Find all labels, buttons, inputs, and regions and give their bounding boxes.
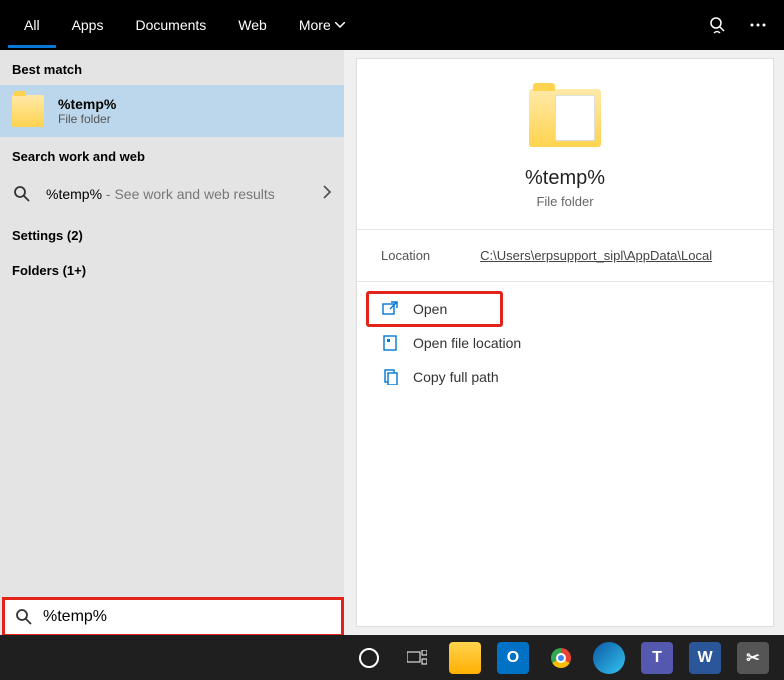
tab-more[interactable]: More [283, 3, 361, 48]
preview-header: %temp% File folder [357, 59, 773, 229]
section-search-web: Search work and web [0, 137, 344, 172]
tab-documents[interactable]: Documents [119, 3, 222, 48]
tabs-container: All Apps Documents Web More [8, 3, 361, 48]
taskbar: O T W ✂ [0, 635, 784, 680]
tab-web[interactable]: Web [222, 3, 283, 48]
chevron-right-icon [322, 185, 332, 204]
snip-icon[interactable]: ✂ [734, 639, 772, 677]
section-settings[interactable]: Settings (2) [0, 216, 344, 251]
search-box[interactable] [2, 597, 344, 637]
edge-icon[interactable] [590, 639, 628, 677]
search-icon [15, 608, 33, 626]
best-match-title: %temp% [58, 96, 116, 112]
action-open[interactable]: Open [367, 292, 502, 326]
section-folders[interactable]: Folders (1+) [0, 251, 344, 286]
section-best-match: Best match [0, 50, 344, 85]
main-area: Best match %temp% File folder Search wor… [0, 50, 784, 635]
open-icon [381, 300, 399, 318]
web-search-result[interactable]: %temp% - See work and web results [0, 172, 344, 216]
chrome-icon[interactable] [542, 639, 580, 677]
web-suffix: - See work and web results [102, 186, 275, 202]
web-result-text: %temp% - See work and web results [46, 186, 308, 202]
folder-icon [12, 95, 44, 127]
cortana-icon[interactable] [350, 639, 388, 677]
folder-large-icon [529, 89, 601, 147]
teams-icon[interactable]: T [638, 639, 676, 677]
task-view-icon[interactable] [398, 639, 436, 677]
web-term: %temp% [46, 186, 102, 202]
word-icon[interactable]: W [686, 639, 724, 677]
best-match-text: %temp% File folder [58, 96, 116, 126]
topbar-right [708, 15, 776, 35]
preview-title: %temp% [377, 167, 753, 190]
actions-list: Open Open file location Copy full path [357, 282, 773, 404]
search-tabs-bar: All Apps Documents Web More [0, 0, 784, 50]
action-open-location-label: Open file location [413, 335, 521, 351]
action-copy-path[interactable]: Copy full path [367, 360, 763, 394]
location-label: Location [381, 248, 430, 263]
search-input[interactable] [43, 608, 331, 626]
tab-more-label: More [299, 17, 331, 33]
action-copy-path-label: Copy full path [413, 369, 499, 385]
tab-apps[interactable]: Apps [56, 3, 120, 48]
file-explorer-icon[interactable] [446, 639, 484, 677]
outlook-icon[interactable]: O [494, 639, 532, 677]
feedback-icon[interactable] [708, 15, 728, 35]
best-match-subtitle: File folder [58, 112, 116, 126]
location-value[interactable]: C:\Users\erpsupport_sipl\AppData\Local [480, 248, 712, 263]
best-match-result[interactable]: %temp% File folder [0, 85, 344, 137]
chevron-down-icon [335, 22, 345, 28]
search-icon [12, 184, 32, 204]
results-panel: Best match %temp% File folder Search wor… [0, 50, 344, 635]
preview-panel: %temp% File folder Location C:\Users\erp… [356, 58, 774, 627]
location-row: Location C:\Users\erpsupport_sipl\AppDat… [357, 230, 773, 281]
action-open-label: Open [413, 301, 447, 317]
preview-subtitle: File folder [377, 194, 753, 209]
location-icon [381, 334, 399, 352]
action-open-location[interactable]: Open file location [367, 326, 763, 360]
more-options-icon[interactable] [748, 15, 768, 35]
tab-all[interactable]: All [8, 3, 56, 48]
copy-icon [381, 368, 399, 386]
